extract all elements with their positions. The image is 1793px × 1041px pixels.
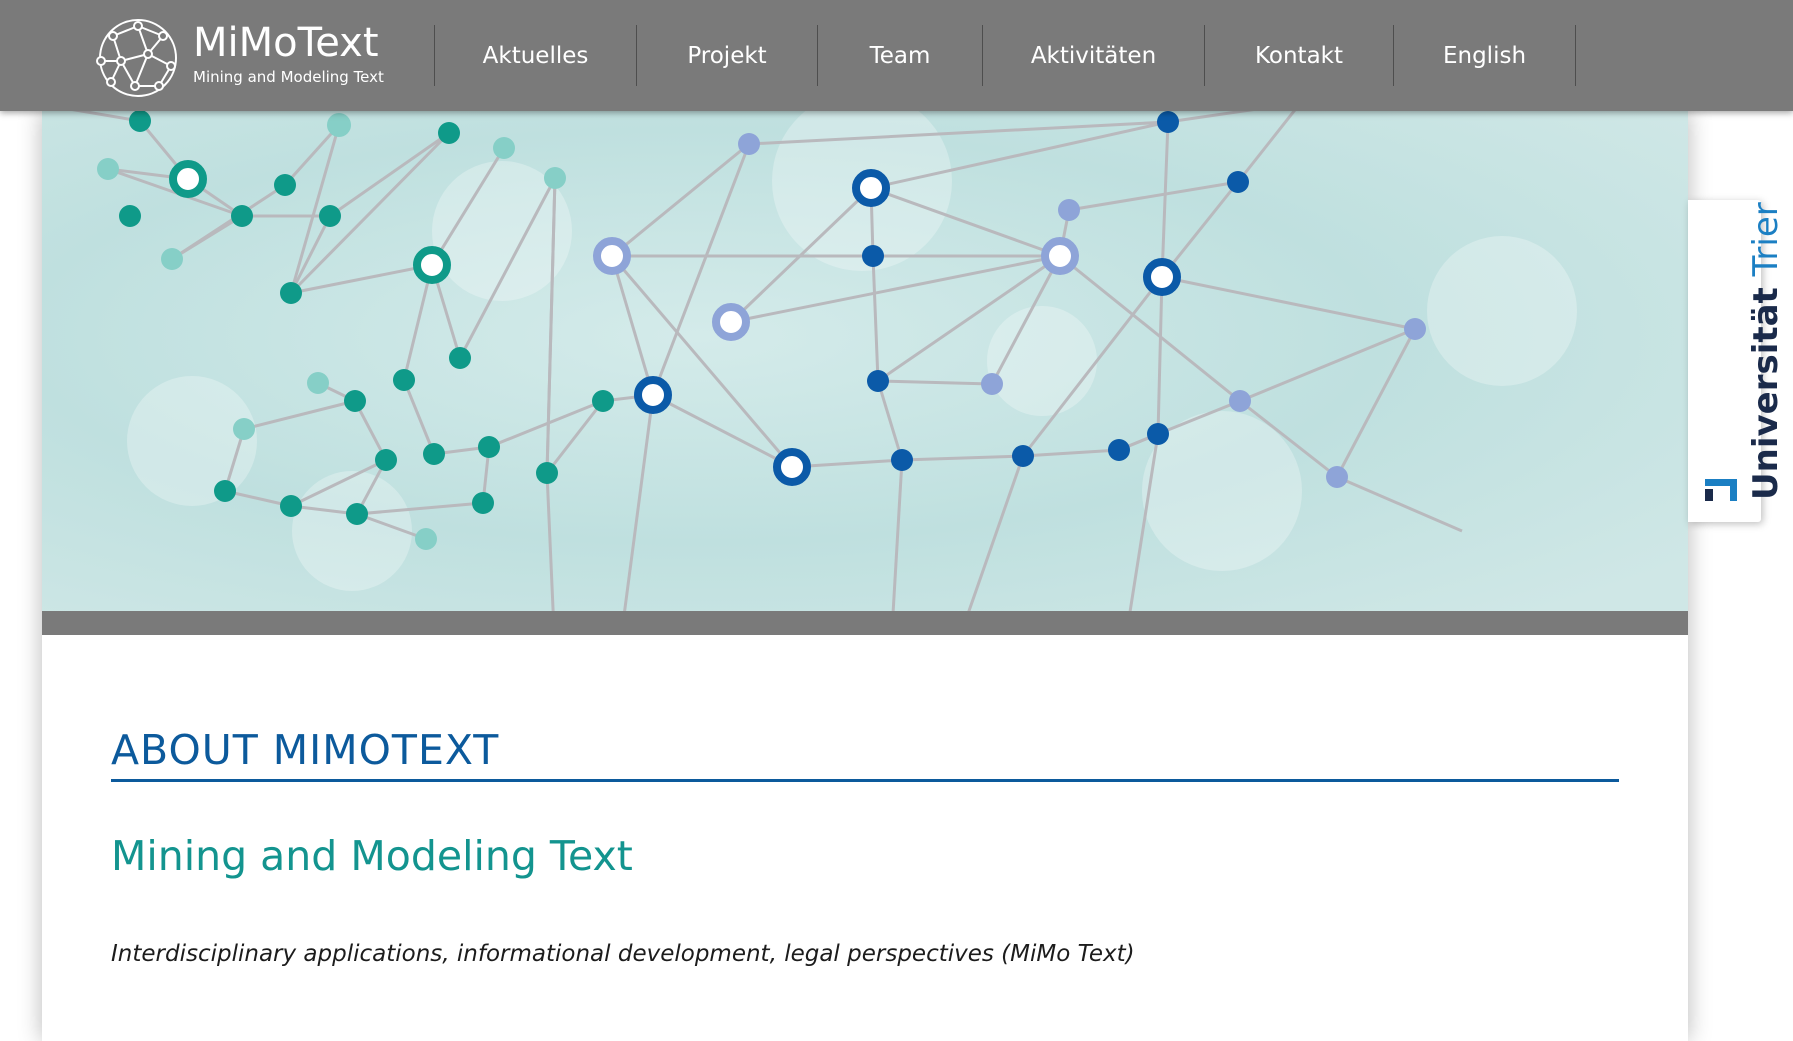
- network-node: [231, 205, 253, 227]
- network-node: [1147, 423, 1169, 445]
- network-node: [1404, 318, 1426, 340]
- network-node: [544, 167, 566, 189]
- university-name: Universität Trier: [1746, 202, 1786, 500]
- network-node: [413, 246, 451, 284]
- banner-bottom-strip: [42, 611, 1688, 635]
- network-node: [852, 169, 890, 207]
- nav-item-kontakt[interactable]: Kontakt: [1204, 25, 1393, 86]
- network-node: [129, 111, 151, 132]
- network-node: [375, 449, 397, 471]
- section-title: ABOUT MIMOTEXT: [111, 726, 500, 774]
- network-node: [393, 369, 415, 391]
- network-node: [891, 449, 913, 471]
- network-node: [981, 373, 1003, 395]
- network-node: [119, 205, 141, 227]
- network-node: [346, 503, 368, 525]
- network-node: [1041, 237, 1079, 275]
- network-node: [161, 248, 183, 270]
- network-node: [1108, 439, 1130, 461]
- network-node: [773, 448, 811, 486]
- universitaet-trier-link[interactable]: Universität Trier: [1688, 200, 1786, 522]
- network-logo-icon: [96, 19, 177, 97]
- content-card: ABOUT MIMOTEXT Mining and Modeling Text …: [42, 111, 1688, 1041]
- network-node: [592, 390, 614, 412]
- network-node: [327, 113, 351, 137]
- network-node: [423, 443, 445, 465]
- network-node: [1058, 199, 1080, 221]
- network-node: [280, 282, 302, 304]
- network-node: [738, 133, 760, 155]
- network-node: [1157, 111, 1179, 133]
- network-node: [862, 245, 884, 267]
- network-node: [438, 122, 460, 144]
- title-underline: [111, 779, 1619, 782]
- network-node: [449, 347, 471, 369]
- network-node: [1012, 445, 1034, 467]
- nav-item-team[interactable]: Team: [817, 25, 982, 86]
- nav-item-aktivitaeten[interactable]: Aktivitäten: [982, 25, 1204, 86]
- network-node: [97, 158, 119, 180]
- network-node: [867, 370, 889, 392]
- nav-item-aktuelles[interactable]: Aktuelles: [434, 25, 636, 86]
- university-trier-logo-icon: [1705, 479, 1737, 501]
- network-banner-image: [42, 111, 1688, 611]
- network-node: [307, 372, 329, 394]
- network-node: [593, 237, 631, 275]
- project-tagline: Interdisciplinary applications, informat…: [111, 941, 1135, 967]
- network-node: [274, 174, 296, 196]
- network-node: [280, 495, 302, 517]
- nav-item-projekt[interactable]: Projekt: [636, 25, 817, 86]
- network-node: [493, 137, 515, 159]
- network-node: [1143, 258, 1181, 296]
- network-node: [1229, 390, 1251, 412]
- main-nav: Aktuelles Projekt Team Aktivitäten Konta…: [434, 25, 1576, 86]
- top-navigation-bar: MiMoText Mining and Modeling Text Aktuel…: [0, 0, 1793, 111]
- network-node: [634, 376, 672, 414]
- logo-subtitle: Mining and Modeling Text: [193, 68, 384, 86]
- network-node: [344, 390, 366, 412]
- network-node: [319, 205, 341, 227]
- page-subtitle: Mining and Modeling Text: [111, 832, 633, 880]
- nav-item-english[interactable]: English: [1393, 25, 1576, 86]
- network-node: [169, 160, 207, 198]
- network-node: [536, 462, 558, 484]
- network-node: [415, 528, 437, 550]
- mimotext-home-link[interactable]: MiMoText Mining and Modeling Text: [93, 16, 393, 100]
- network-node: [712, 303, 750, 341]
- network-node: [1227, 171, 1249, 193]
- network-node: [1326, 466, 1348, 488]
- network-node: [472, 492, 494, 514]
- network-node: [233, 418, 255, 440]
- city-word: Trier: [1746, 202, 1786, 277]
- network-node: [478, 436, 500, 458]
- logo-title: MiMoText: [193, 20, 379, 66]
- university-word: Universität: [1746, 287, 1786, 500]
- network-node: [214, 480, 236, 502]
